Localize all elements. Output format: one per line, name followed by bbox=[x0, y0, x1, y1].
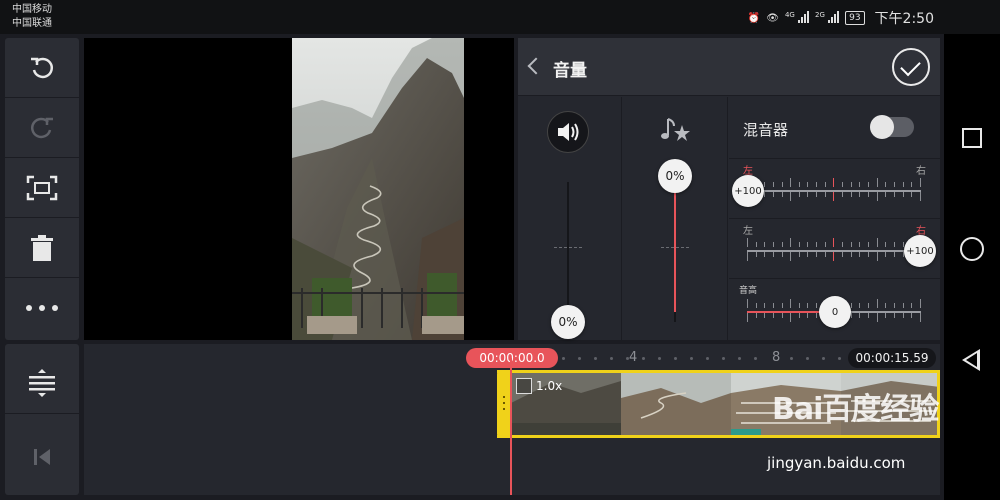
clip-volume-track bbox=[567, 182, 569, 322]
mixer-toggle[interactable] bbox=[870, 115, 914, 139]
clock: 下午2:50 bbox=[874, 11, 934, 27]
pan-1-ticks-bottom bbox=[747, 192, 921, 206]
status-bar: 中国移动 中国联通 ⏰ 👁 4G 2G 93 下午2:50 bbox=[0, 0, 1000, 34]
undo-button[interactable] bbox=[5, 38, 79, 98]
signal-4g: 4G bbox=[784, 10, 810, 26]
alarm-icon: ⏰ bbox=[747, 12, 761, 24]
split-track-icon bbox=[29, 368, 55, 397]
pan-slider-2: 左 右 +100 bbox=[729, 219, 940, 279]
android-nav-bar bbox=[944, 34, 1000, 500]
music-volume-center-mark bbox=[661, 247, 689, 248]
carrier-1: 中国移动 bbox=[12, 4, 52, 15]
pan-slider-1: 左 右 +100 bbox=[729, 159, 940, 219]
video-preview[interactable] bbox=[84, 38, 514, 340]
app-root: 中国移动 中国联通 ⏰ 👁 4G 2G 93 下午2:50 音量 0% 0% 混… bbox=[0, 0, 1000, 500]
jump-to-start-button[interactable] bbox=[5, 424, 79, 490]
back-triangle-icon[interactable] bbox=[962, 349, 980, 371]
mixer-row: 混音器 bbox=[729, 97, 940, 159]
volume-panel: 音量 0% 0% 混音器 左 右 +100 左 右 +100 音高 0 bbox=[518, 38, 940, 340]
clip-speed-label: 1.0x bbox=[536, 379, 563, 393]
split-track-button[interactable] bbox=[5, 352, 79, 414]
mixer-label: 混音器 bbox=[743, 121, 789, 139]
clip-volume-column: 0% bbox=[518, 97, 622, 340]
fit-screen-button[interactable] bbox=[5, 158, 79, 218]
network-type-2: 2G bbox=[815, 10, 825, 19]
playhead[interactable] bbox=[510, 358, 512, 495]
mixer-column: 混音器 左 右 +100 左 右 +100 音高 0 bbox=[729, 97, 940, 340]
current-time-badge: 00:00:00.0 bbox=[466, 348, 558, 368]
back-chevron-icon[interactable] bbox=[527, 57, 545, 75]
fit-screen-icon bbox=[26, 175, 58, 200]
panel-title: 音量 bbox=[553, 61, 587, 81]
status-icons: ⏰ 👁 4G 2G 93 下午2:50 bbox=[748, 8, 934, 28]
signal-bars-icon bbox=[828, 10, 840, 23]
pan-1-knob[interactable]: +100 bbox=[732, 175, 764, 207]
music-note-star-icon bbox=[661, 118, 690, 141]
clip-speed-badge: 1.0x bbox=[516, 378, 562, 394]
jump-to-start-icon bbox=[34, 449, 50, 465]
pan-2-ticks-bottom bbox=[747, 252, 921, 266]
carrier-2: 中国联通 bbox=[12, 18, 52, 29]
ruler-mark-8: 8 bbox=[772, 350, 781, 365]
pan-1-ticks bbox=[747, 173, 921, 187]
pitch-knob[interactable]: 0 bbox=[819, 296, 851, 328]
baidu-watermark: Bai百度经验 jingyan.baidu.com bbox=[767, 384, 939, 472]
network-type-1: 4G bbox=[784, 10, 795, 19]
pan-2-knob[interactable]: +100 bbox=[904, 235, 936, 267]
video-frame bbox=[292, 38, 464, 340]
battery-icon: 93 bbox=[845, 11, 865, 25]
signal-bars-icon bbox=[798, 10, 810, 23]
delete-icon bbox=[31, 234, 53, 261]
home-circle-icon[interactable] bbox=[960, 237, 984, 261]
delete-button[interactable] bbox=[5, 218, 79, 278]
redo-icon bbox=[30, 117, 53, 138]
pan-2-ticks bbox=[747, 233, 921, 247]
eye-icon: 👁 bbox=[766, 12, 779, 24]
redo-button[interactable] bbox=[5, 98, 79, 158]
timeline-toolbar bbox=[5, 344, 79, 495]
speaker-icon bbox=[558, 123, 579, 141]
clip-volume-center-mark bbox=[554, 247, 582, 248]
watermark-url: jingyan.baidu.com bbox=[767, 454, 906, 472]
music-volume-column: 0% bbox=[623, 97, 728, 340]
clip-volume-slider[interactable]: 0% bbox=[551, 305, 585, 339]
timeline-ruler: 4 8 bbox=[560, 350, 850, 365]
clip-trim-handle[interactable] bbox=[497, 370, 511, 438]
watermark-logo: Bai百度经验 bbox=[772, 392, 939, 427]
mountain-road-image bbox=[292, 38, 464, 340]
pitch-slider: 音高 0 bbox=[729, 280, 940, 340]
ruler-mark-4: 4 bbox=[629, 350, 638, 365]
more-button[interactable] bbox=[5, 278, 79, 338]
confirm-check-button[interactable] bbox=[892, 48, 930, 86]
volume-panel-header: 音量 bbox=[518, 38, 940, 96]
more-icon bbox=[26, 305, 58, 311]
speaker-button[interactable] bbox=[547, 111, 589, 153]
total-time-badge: 00:00:15.59 bbox=[848, 348, 936, 368]
signal-2g: 2G bbox=[815, 10, 840, 26]
undo-icon bbox=[31, 57, 54, 78]
left-toolbar bbox=[5, 38, 79, 340]
music-volume-fill bbox=[674, 187, 676, 312]
film-icon bbox=[516, 378, 532, 394]
music-volume-slider[interactable]: 0% bbox=[658, 159, 692, 193]
recents-square-icon[interactable] bbox=[962, 128, 982, 148]
